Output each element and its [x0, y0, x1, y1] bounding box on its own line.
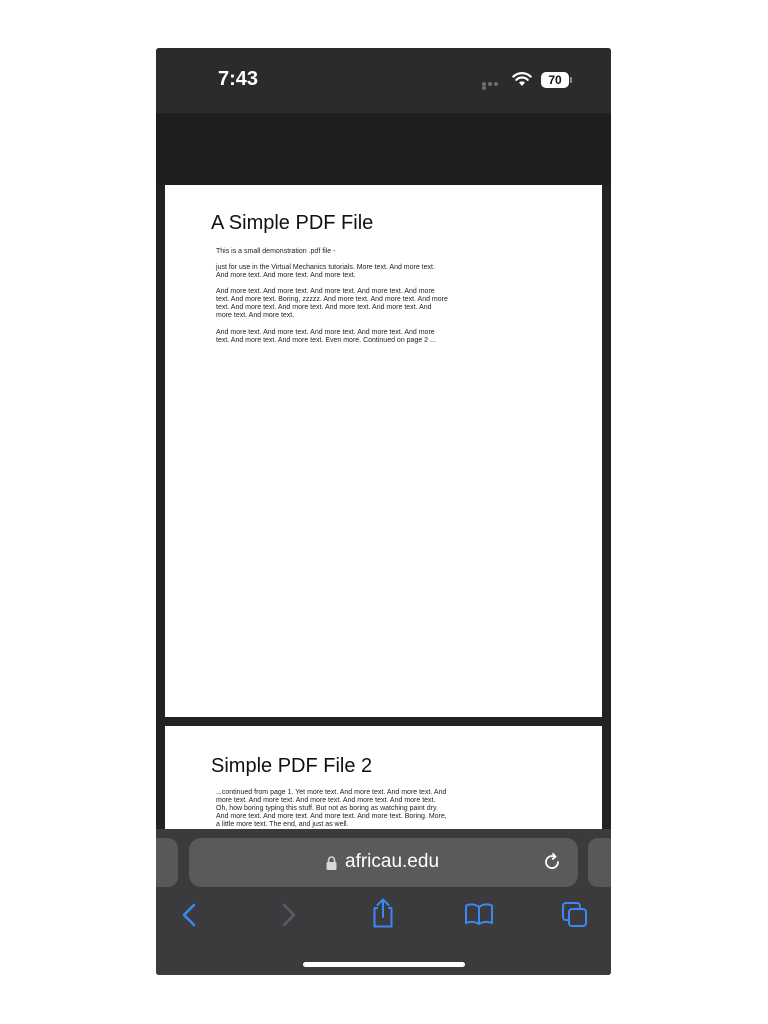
share-icon[interactable] [370, 897, 396, 929]
back-icon[interactable] [180, 901, 200, 929]
pdf-paragraph: And more text. And more text. And more t… [216, 329, 436, 345]
forward-icon[interactable] [278, 901, 298, 929]
pdf-page-title: A Simple PDF File [211, 212, 374, 234]
pdf-paragraph: ...continued from page 1. Yet more text.… [216, 789, 447, 829]
cellular-signal-icon [482, 82, 504, 90]
status-bar: 7:43 70 [156, 48, 611, 113]
phone-screen: 7:43 70 A Simple PDF File This is a smal… [156, 48, 611, 975]
bookmarks-icon[interactable] [464, 902, 494, 926]
lock-icon [326, 856, 337, 870]
wifi-icon [512, 72, 532, 86]
status-time: 7:43 [218, 68, 259, 90]
home-indicator[interactable] [303, 962, 465, 967]
next-tab-preview[interactable] [588, 838, 611, 887]
pdf-paragraph: And more text. And more text. And more t… [216, 288, 448, 320]
pdf-paragraph: This is a small demonstration .pdf file … [216, 248, 336, 255]
pdf-paragraph: just for use in the Virtual Mechanics tu… [216, 264, 435, 280]
pdf-page-1[interactable]: A Simple PDF File This is a small demons… [165, 185, 602, 717]
pdf-page-title: Simple PDF File 2 [211, 755, 373, 777]
browser-bottom-bar: africau.edu [156, 829, 611, 975]
url-text: africau.edu [345, 851, 440, 872]
previous-tab-preview[interactable] [156, 838, 178, 887]
battery-indicator: 70 [541, 72, 569, 88]
pdf-viewer-top-margin [156, 113, 611, 185]
battery-tip [570, 77, 572, 83]
reload-icon[interactable] [542, 852, 562, 872]
tabs-icon[interactable] [561, 901, 589, 929]
address-bar[interactable]: africau.edu [189, 838, 578, 887]
